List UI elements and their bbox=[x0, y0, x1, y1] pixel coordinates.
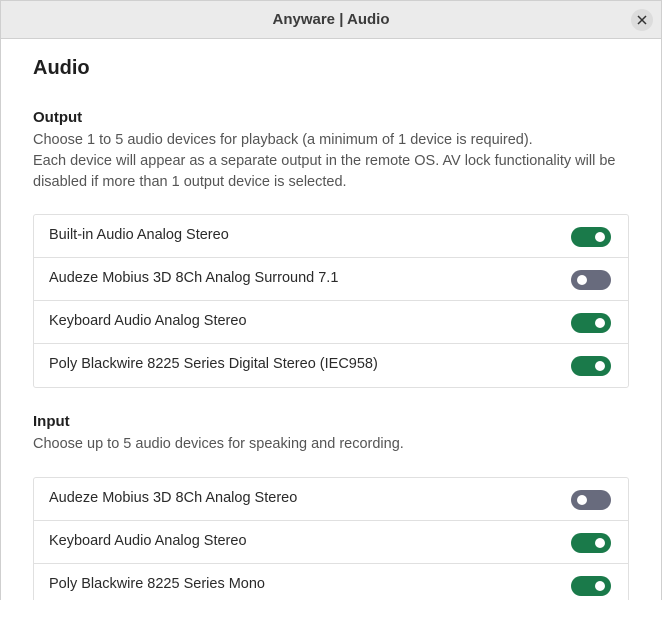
toggle-knob bbox=[595, 538, 605, 548]
title-bar: Anyware | Audio bbox=[1, 1, 661, 39]
device-label: Audeze Mobius 3D 8Ch Analog Stereo bbox=[49, 490, 298, 506]
input-device-row: Poly Blackwire 8225 Series Mono bbox=[34, 564, 628, 600]
input-description: Choose up to 5 audio devices for speakin… bbox=[33, 436, 404, 452]
input-device-row: Keyboard Audio Analog Stereo bbox=[34, 521, 628, 564]
close-icon bbox=[637, 15, 647, 25]
input-heading: Input bbox=[33, 413, 70, 430]
toggle-knob bbox=[577, 275, 587, 285]
audio-settings-window: Anyware | Audio Audio Output Choose 1 to… bbox=[0, 0, 662, 600]
output-device-row: Audeze Mobius 3D 8Ch Analog Surround 7.1 bbox=[34, 258, 628, 301]
toggle-knob bbox=[595, 581, 605, 591]
output-heading: Output bbox=[33, 109, 83, 126]
input-device-toggle[interactable] bbox=[571, 576, 611, 596]
device-label: Keyboard Audio Analog Stereo bbox=[49, 533, 247, 549]
output-device-toggle[interactable] bbox=[571, 227, 611, 247]
device-label: Keyboard Audio Analog Stereo bbox=[49, 313, 247, 329]
output-device-toggle[interactable] bbox=[571, 270, 611, 290]
output-device-row: Built-in Audio Analog Stereo bbox=[34, 215, 628, 258]
input-device-toggle[interactable] bbox=[571, 533, 611, 553]
output-description-line-1: Choose 1 to 5 audio devices for playback… bbox=[33, 132, 533, 148]
input-device-row: Audeze Mobius 3D 8Ch Analog Stereo bbox=[34, 478, 628, 521]
output-device-list: Built-in Audio Analog Stereo Audeze Mobi… bbox=[33, 214, 629, 388]
device-label: Poly Blackwire 8225 Series Mono bbox=[49, 576, 265, 592]
close-button[interactable] bbox=[631, 9, 653, 31]
input-device-toggle[interactable] bbox=[571, 490, 611, 510]
device-label: Audeze Mobius 3D 8Ch Analog Surround 7.1 bbox=[49, 270, 339, 286]
window-title: Anyware | Audio bbox=[272, 11, 390, 28]
device-label: Built-in Audio Analog Stereo bbox=[49, 227, 229, 243]
output-description: Choose 1 to 5 audio devices for playback… bbox=[33, 130, 623, 193]
input-device-list: Audeze Mobius 3D 8Ch Analog Stereo Keybo… bbox=[33, 477, 629, 600]
output-device-toggle[interactable] bbox=[571, 313, 611, 333]
output-description-line-2: Each device will appear as a separate ou… bbox=[33, 153, 616, 190]
device-label: Poly Blackwire 8225 Series Digital Stere… bbox=[49, 356, 378, 372]
output-device-toggle[interactable] bbox=[571, 356, 611, 376]
toggle-knob bbox=[595, 361, 605, 371]
toggle-knob bbox=[595, 232, 605, 242]
toggle-knob bbox=[595, 318, 605, 328]
toggle-knob bbox=[577, 495, 587, 505]
page-title: Audio bbox=[33, 57, 90, 79]
output-device-row: Poly Blackwire 8225 Series Digital Stere… bbox=[34, 344, 628, 387]
output-device-row: Keyboard Audio Analog Stereo bbox=[34, 301, 628, 344]
